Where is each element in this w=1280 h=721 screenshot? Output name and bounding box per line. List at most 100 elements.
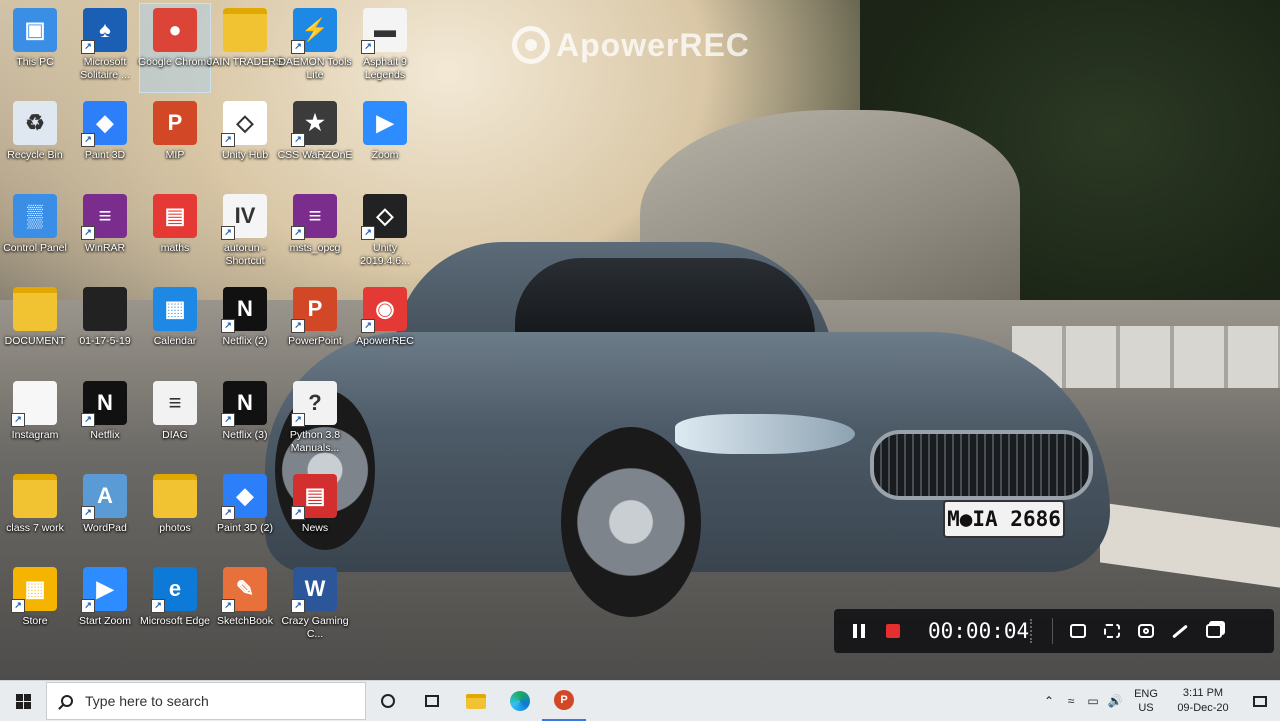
taskbar-search-box[interactable]: Type here to search — [46, 682, 366, 720]
icon-glyph: ◇ — [236, 110, 254, 135]
icon-glyph: ◆ — [236, 483, 254, 508]
desktop-icon[interactable]: ▶↗ Zoom — [350, 97, 420, 185]
volume-button[interactable]: 🔊 — [1104, 681, 1126, 721]
paint3d-icon: ◆ ↗ — [81, 101, 127, 147]
stop-button[interactable] — [876, 609, 910, 653]
desktop-icon[interactable]: ≡ ↗ WinRAR — [70, 190, 140, 278]
fullscreen-button[interactable] — [1095, 609, 1129, 653]
icon-glyph: ◇ — [376, 203, 394, 228]
desktop-icon[interactable]: IV ↗ autorun - Shortcut — [210, 190, 280, 278]
start-button[interactable] — [0, 681, 46, 721]
task-view-button[interactable] — [410, 681, 454, 721]
desktop-icon[interactable]: ◆ ↗ Paint 3D (2) — [210, 470, 280, 558]
powerpoint-taskbar-button[interactable]: P — [542, 681, 586, 721]
input-language-button[interactable]: ENG US — [1126, 687, 1166, 715]
shortcut-arrow-icon: ↗ — [361, 319, 375, 333]
icon-glyph: ★ — [305, 110, 325, 135]
icon-glyph: ≡ — [308, 203, 322, 228]
folder-icon: ↗ — [153, 474, 197, 518]
edge-taskbar-button[interactable] — [498, 681, 542, 721]
folder-icon: ↗ — [83, 287, 127, 331]
shortcut-arrow-icon: ↗ — [81, 506, 95, 520]
desktop-icon-label: DIAG — [162, 429, 188, 441]
desktop-icon[interactable]: P ↗ PowerPoint — [280, 283, 350, 371]
pause-button[interactable] — [842, 609, 876, 653]
desktop-icon-label: maths — [160, 242, 190, 254]
zoom-icon: ▶↗ — [81, 567, 127, 613]
icon-glyph: ♠ — [99, 17, 111, 42]
paint3d-icon: ◆ ↗ — [221, 474, 267, 520]
desktop-icon[interactable]: N ↗ Netflix (3) — [210, 377, 280, 465]
desktop-icon[interactable]: ♻↗ Recycle Bin — [0, 97, 70, 185]
desktop-icon[interactable]: W ↗ Crazy Gaming C... — [280, 563, 350, 651]
desktop-icon[interactable]: ◇ ↗ Unity 2019.4.6... — [350, 190, 420, 278]
desktop-icon[interactable]: ↗ photos — [140, 470, 210, 558]
folder-icon: ↗ — [13, 474, 57, 518]
drag-handle[interactable] — [1030, 619, 1038, 643]
desktop-icon[interactable]: ↗ JAIN TRADERS — [207, 4, 283, 92]
shortcut-arrow-icon: ↗ — [291, 413, 305, 427]
desktop-icon[interactable]: ◉ ↗ ApowerREC — [350, 283, 420, 371]
desktop-icon[interactable]: ◆ ↗ Paint 3D — [70, 97, 140, 185]
icon-glyph: P — [307, 296, 323, 321]
desktop-icon[interactable]: e ↗ Microsoft Edge — [140, 563, 210, 651]
desktop-icon[interactable]: ▤↗ maths — [140, 190, 210, 278]
unity-hub-icon: ◇ ↗ — [221, 101, 267, 147]
powerpoint-file-icon: P↗ — [153, 101, 197, 145]
desktop-icon[interactable]: ♠ ↗ Microsoft Solitaire ... — [70, 4, 140, 92]
text-file-icon: ≡↗ — [153, 381, 197, 425]
show-hidden-icons-button[interactable]: ⌃ — [1038, 681, 1060, 721]
file-explorer-button[interactable] — [454, 681, 498, 721]
desktop-icon[interactable]: ≡ ↗ msts_opcg — [280, 190, 350, 278]
desktop-icon[interactable]: A ↗ WordPad — [70, 470, 140, 558]
battery-button[interactable]: ▭ — [1082, 681, 1104, 721]
icon-glyph: ● — [168, 17, 182, 42]
desktop-icon[interactable]: N ↗ Netflix (2) — [210, 283, 280, 371]
desktop-icon[interactable]: ≡↗ DIAG — [140, 377, 210, 465]
netflix-icon: N ↗ — [221, 287, 267, 333]
icon-glyph: N — [97, 390, 113, 415]
annotate-button[interactable] — [1163, 609, 1197, 653]
car-window — [515, 258, 815, 340]
desktop-icon[interactable]: ◇ ↗ Unity Hub — [210, 97, 280, 185]
desktop-icon[interactable]: ▬ ↗ Asphalt 9 Legends — [350, 4, 420, 92]
desktop-icon[interactable]: ●↗ Google Chrome — [138, 3, 212, 93]
gta-iv-icon: IV ↗ — [221, 194, 267, 240]
cortana-button[interactable] — [366, 681, 410, 721]
powerpoint-icon: P ↗ — [291, 287, 337, 333]
desktop-icon[interactable]: ↗ 01-17-5-19 — [70, 283, 140, 371]
desktop-icon[interactable]: ↗ Instagram — [0, 377, 70, 465]
clock-button[interactable]: 3:11 PM 09-Dec-20 — [1166, 686, 1240, 716]
desktop-icon[interactable]: ⚡ ↗ DAEMON Tools Lite — [278, 4, 352, 92]
desktop-icon[interactable]: ▦↗ Calendar — [140, 283, 210, 371]
desktop-icon[interactable]: ↗ DOCUMENT — [0, 283, 70, 371]
desktop-icon-label: Unity Hub — [221, 149, 269, 161]
desktop-icon[interactable]: ▒↗ Control Panel — [0, 190, 70, 278]
desktop-icon[interactable]: ↗ class 7 work — [0, 470, 70, 558]
network-button[interactable]: ≈ — [1060, 681, 1082, 721]
screenshot-region-button[interactable] — [1061, 609, 1095, 653]
file-icon: ↗ — [11, 381, 57, 427]
desktop-icon[interactable]: ▣↗ This PC — [0, 4, 70, 92]
restore-window-button[interactable] — [1197, 609, 1231, 653]
car-headlight — [675, 414, 855, 454]
camera-button[interactable] — [1129, 609, 1163, 653]
desktop-icon[interactable]: ★ ↗ CSS WaRZOnE — [278, 97, 352, 185]
search-icon — [61, 695, 73, 707]
desktop-icon-label: News — [301, 522, 329, 534]
shortcut-arrow-icon: ↗ — [221, 413, 235, 427]
desktop-icon[interactable]: N ↗ Netflix — [70, 377, 140, 465]
desktop-icon[interactable]: ✎ ↗ SketchBook — [210, 563, 280, 651]
desktop-icon-label: Store — [22, 615, 48, 627]
desktop-icon[interactable]: ▤ ↗ News — [280, 470, 350, 558]
taskbar: Type here to search P ⌃ ≈ ▭ 🔊 ENG US 3:1… — [0, 680, 1280, 721]
action-center-button[interactable] — [1240, 681, 1280, 721]
desktop-icon[interactable]: P↗ MIP — [140, 97, 210, 185]
python-help-icon: ? ↗ — [291, 381, 337, 427]
desktop-icon[interactable]: ▦ ↗ Store — [0, 563, 70, 651]
desktop-icon-label: MIP — [165, 149, 185, 161]
desktop-icon[interactable]: ? ↗ Python 3.8 Manuals... — [280, 377, 350, 465]
desktop-icon-label: Crazy Gaming C... — [281, 615, 349, 640]
desktop-icon-label: Paint 3D (2) — [216, 522, 274, 534]
desktop-icon[interactable]: ▶ ↗ Start Zoom — [70, 563, 140, 651]
